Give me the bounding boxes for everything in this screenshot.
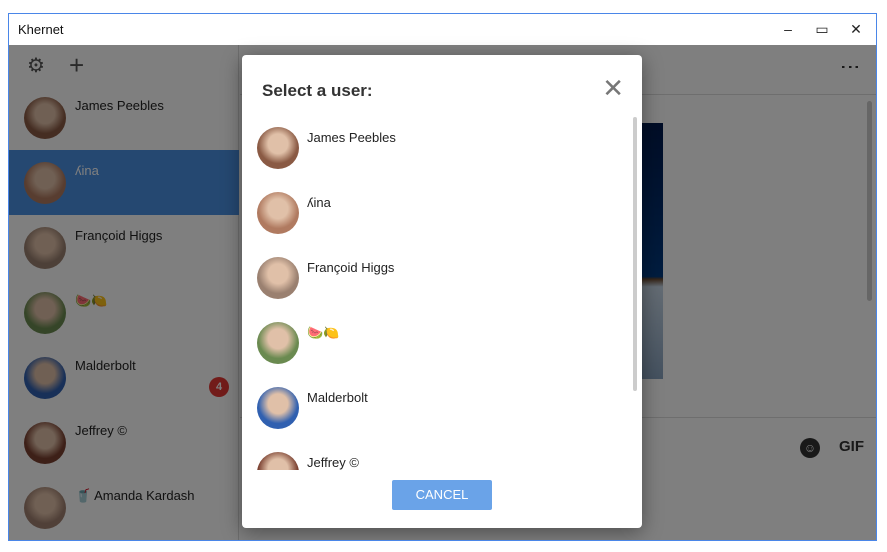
avatar: [257, 127, 299, 169]
window-title: Khernet: [18, 22, 64, 37]
user-item[interactable]: James Peebles: [242, 115, 632, 180]
contact-name: Malderbolt: [307, 390, 368, 405]
select-user-dialog: Select a user: ✕ James Peebles ʎina Franço…: [242, 55, 642, 528]
contact-name: James Peebles: [307, 130, 396, 145]
contact-name: Françoid Higgs: [307, 260, 395, 275]
user-item[interactable]: Malderbolt: [242, 375, 632, 440]
user-item[interactable]: Françoid Higgs: [242, 245, 632, 310]
title-bar: Khernet ‒ ▭ ✕: [9, 14, 876, 45]
contact-name: 🍉🍋: [307, 325, 340, 340]
dialog-scrollbar[interactable]: [633, 117, 637, 391]
user-item[interactable]: Jeffrey ©: [242, 440, 632, 470]
user-item[interactable]: 🍉🍋: [242, 310, 632, 375]
close-icon[interactable]: ✕: [602, 75, 624, 101]
close-button[interactable]: ✕: [844, 18, 868, 40]
user-list: James Peebles ʎina Françoid Higgs 🍉🍋 Malderb…: [242, 115, 642, 470]
cancel-button[interactable]: CANCEL: [392, 480, 492, 510]
app-window: Khernet ‒ ▭ ✕ ⚙ + James PeeblesʎinaFranç…: [8, 13, 877, 541]
avatar: [257, 192, 299, 234]
avatar: [257, 387, 299, 429]
dialog-title: Select a user:: [262, 81, 373, 100]
minimize-button[interactable]: ‒: [776, 18, 800, 40]
avatar: [257, 322, 299, 364]
maximize-button[interactable]: ▭: [810, 18, 834, 40]
contact-name: ʎina: [307, 195, 331, 210]
user-item[interactable]: ʎina: [242, 180, 632, 245]
avatar: [257, 257, 299, 299]
avatar: [257, 452, 299, 470]
contact-name: Jeffrey ©: [307, 455, 359, 470]
